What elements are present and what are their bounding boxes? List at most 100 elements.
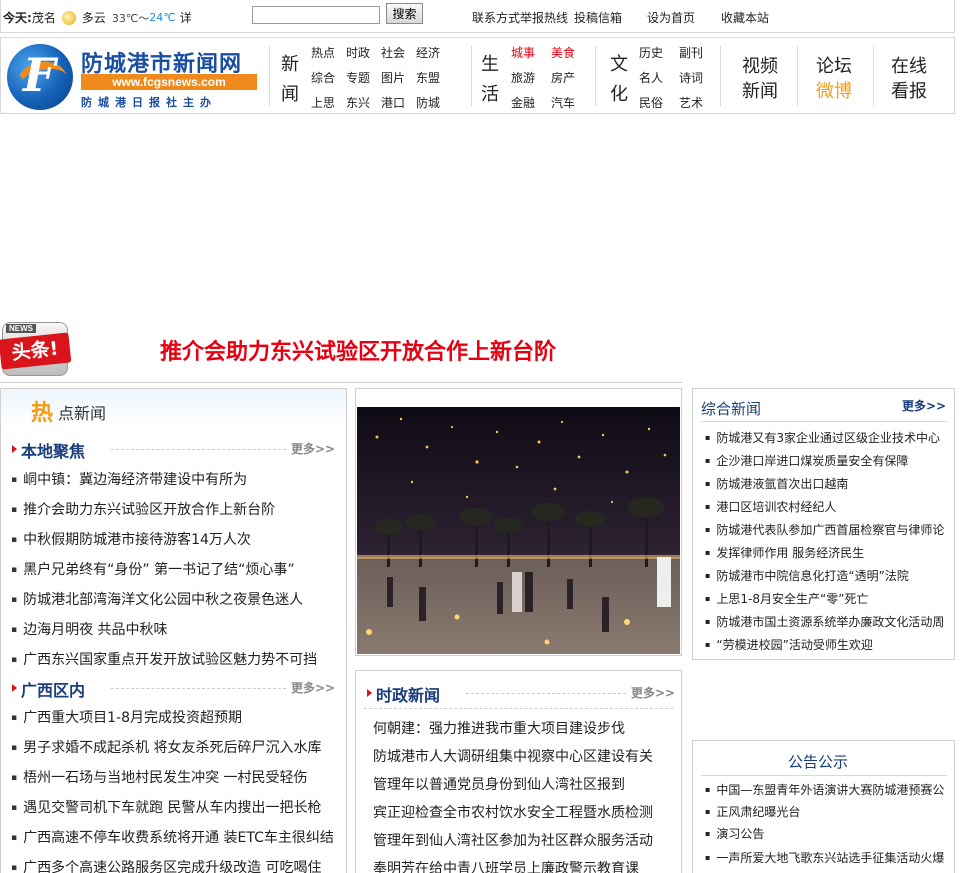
list-item[interactable]: 防城港市国土资源系统举办廉政文化活动周	[705, 613, 953, 630]
nav-culture-label-1[interactable]: 文	[609, 52, 629, 78]
nav-item-celebrities[interactable]: 名人	[639, 69, 663, 86]
nav-culture-label-2[interactable]: 化	[609, 82, 629, 108]
list-item[interactable]: 发挥律师作用 服务经济民生	[705, 544, 953, 561]
nav-divider	[797, 46, 798, 106]
list-item[interactable]: 防城港北部湾海洋文化公园中秋之夜景色迷人	[11, 589, 341, 609]
nav-item-photos[interactable]: 图片	[381, 69, 405, 86]
nav-item-art[interactable]: 艺术	[679, 94, 703, 111]
hot-news-panel: 热 点新闻 本地聚焦 更多>> 峒中镇：冀边海经济带建设中有所为 推介会助力东兴…	[0, 388, 347, 873]
politics-title[interactable]: 时政新闻	[376, 682, 440, 706]
list-item[interactable]: 防城港液氩首次出口越南	[705, 475, 953, 492]
list-item[interactable]: 峒中镇：冀边海经济带建设中有所为	[11, 469, 341, 489]
set-home-link[interactable]: 设为首页	[647, 9, 695, 26]
temperature-high: 24℃	[149, 11, 176, 24]
list-item[interactable]: 广西东兴国家重点开发开放试验区魅力势不可挡	[11, 649, 341, 669]
nav-item-auto[interactable]: 汽车	[551, 94, 575, 111]
nav-news-group: 新 闻 热点 时政 社会 经济 综合 专题 图片 东盟 上思 东兴 港口 防城	[280, 38, 470, 113]
list-item[interactable]: 广西多个高速公路服务区完成升级改造 可吃喝住	[11, 857, 341, 873]
list-item[interactable]: 边海月明夜 共品中秋味	[11, 619, 341, 639]
list-item[interactable]: 正风肃纪曝光台	[705, 803, 953, 820]
local-focus-title[interactable]: 本地聚焦	[21, 438, 85, 462]
list-item[interactable]: 防城港市中院信息化打造“透明”法院	[705, 567, 953, 584]
nav-news-label-1[interactable]: 新	[280, 52, 300, 78]
nav-item-society[interactable]: 社会	[381, 44, 405, 61]
politics-more-link[interactable]: 更多>>	[631, 684, 675, 701]
favorite-link[interactable]: 收藏本站	[721, 9, 769, 26]
local-focus-more-link[interactable]: 更多>>	[291, 440, 335, 457]
nav-item-politics[interactable]: 时政	[346, 44, 370, 61]
nav-item-asean[interactable]: 东盟	[416, 69, 440, 86]
list-item[interactable]: 防城港代表队参加广西首届检察官与律师论	[705, 521, 953, 538]
nav-forum[interactable]: 论坛	[816, 54, 852, 79]
list-item[interactable]: 防城港市人大调研组集中视察中心区建设有关	[373, 746, 653, 766]
nav-item-folklore[interactable]: 民俗	[639, 94, 663, 111]
featured-photo[interactable]	[357, 407, 680, 654]
nav-item-poetry[interactable]: 诗词	[679, 69, 703, 86]
nav-item-housing[interactable]: 房产	[551, 69, 575, 86]
nav-item-fangcheng[interactable]: 防城	[416, 94, 440, 111]
list-item[interactable]: 中秋假期防城港市接待游客14万人次	[11, 529, 341, 549]
nav-video-news[interactable]: 视频 新闻	[742, 54, 778, 104]
list-item[interactable]: 管理年以普通党员身份到仙人湾社区报到	[373, 774, 625, 794]
submit-mailbox-link[interactable]: 投稿信箱	[574, 9, 622, 26]
list-item[interactable]: 管理年到仙人湾社区参加为社区群众服务活动	[373, 830, 653, 850]
hot-news-title: 点新闻	[58, 404, 107, 423]
list-item[interactable]: 何朝建：强力推进我市重大项目建设步伐	[373, 718, 625, 738]
list-item[interactable]: 上思1-8月安全生产“零”死亡	[705, 590, 953, 607]
list-item[interactable]: “劳模进校园”活动受师生欢迎	[705, 636, 953, 653]
list-item[interactable]: 防城港又有3家企业通过区级企业技术中心	[705, 429, 953, 446]
nav-item-history[interactable]: 历史	[639, 44, 663, 61]
nav-life-label-2[interactable]: 活	[480, 82, 500, 108]
nav-item-shangsi[interactable]: 上思	[311, 94, 335, 111]
nav-life-label-1[interactable]: 生	[480, 52, 500, 78]
list-item[interactable]: 男子求婚不成起杀机 将女友杀死后碎尸沉入水库	[11, 737, 341, 757]
list-item[interactable]: 一声所爱大地飞歌东兴站选手征集活动火爆	[705, 849, 953, 866]
nav-item-dongxing[interactable]: 东兴	[346, 94, 370, 111]
notices-divider	[701, 775, 947, 776]
nav-item-travel[interactable]: 旅游	[511, 69, 535, 86]
nav-weibo[interactable]: 微博	[816, 79, 852, 104]
list-item[interactable]: 推介会助力东兴试验区开放合作上新台阶	[11, 499, 341, 519]
list-item[interactable]: 港口区培训农村经纪人	[705, 498, 953, 515]
weather-detail-link[interactable]: 详	[180, 9, 192, 26]
sun-icon	[61, 10, 76, 25]
nav-news-label-2[interactable]: 闻	[280, 82, 300, 108]
list-item[interactable]: 广西高速不停车收费系统将开通 装ETC车主很纠结	[11, 827, 341, 847]
list-item[interactable]: 遇见交警司机下车就跑 民警从车内搜出一把长枪	[11, 797, 341, 817]
general-news-more-link[interactable]: 更多>>	[902, 397, 946, 414]
list-item[interactable]: 中国—东盟青年外语演讲大赛防城港预赛公	[705, 781, 953, 798]
list-item[interactable]: 黑户兄弟终有“身份” 第一书记了结“烦心事”	[11, 559, 341, 579]
nav-online-paper[interactable]: 在线 看报	[891, 54, 927, 104]
guangxi-title[interactable]: 广西区内	[21, 677, 85, 701]
nav-item-hot[interactable]: 热点	[311, 44, 335, 61]
contact-link[interactable]: 联系方式	[472, 9, 520, 26]
today-label: 今天:	[3, 11, 32, 25]
notices-title[interactable]: 公告公示	[788, 751, 848, 772]
list-item[interactable]: 梧州一石场与当地村民发生冲突 一村民受轻伤	[11, 767, 341, 787]
list-item[interactable]: 演习公告	[705, 825, 953, 842]
general-news-title[interactable]: 综合新闻	[701, 398, 761, 419]
nav-item-city[interactable]: 城事	[511, 44, 535, 61]
list-item[interactable]: 企沙港口岸进口煤炭质量安全有保障	[705, 452, 953, 469]
site-logo[interactable]: F 防城港市新闻网 www.fcgsnews.com 防城港日报社主办	[5, 42, 261, 110]
logo-letter-icon: F	[23, 48, 56, 102]
headline-link[interactable]: 推介会助力东兴试验区开放合作上新台阶	[160, 334, 556, 366]
list-item[interactable]: 奉明芳在给中青八班学员上廉政警示教育课	[373, 858, 639, 873]
search-button[interactable]: 搜索	[386, 3, 423, 24]
nav-item-topics[interactable]: 专题	[346, 69, 370, 86]
headline-divider	[0, 382, 682, 383]
report-hotline-link[interactable]: 举报热线	[520, 9, 568, 26]
nav-item-supplement[interactable]: 副刊	[679, 44, 703, 61]
guangxi-more-link[interactable]: 更多>>	[291, 679, 335, 696]
nav-item-general[interactable]: 综合	[311, 69, 335, 86]
search-input[interactable]	[252, 6, 380, 24]
nav-item-economy[interactable]: 经济	[416, 44, 440, 61]
list-item[interactable]: 广西重大项目1-8月完成投资超预期	[11, 707, 341, 727]
nav-item-food[interactable]: 美食	[551, 44, 575, 61]
nav-item-port[interactable]: 港口	[381, 94, 405, 111]
list-item[interactable]: 宾正迎检查全市农村饮水安全工程暨水质检测	[373, 802, 653, 822]
nav-forum-weibo[interactable]: 论坛 微博	[816, 54, 852, 104]
nav-item-finance[interactable]: 金融	[511, 94, 535, 111]
logo-url: www.fcgsnews.com	[81, 74, 257, 90]
nav-divider	[720, 46, 721, 106]
